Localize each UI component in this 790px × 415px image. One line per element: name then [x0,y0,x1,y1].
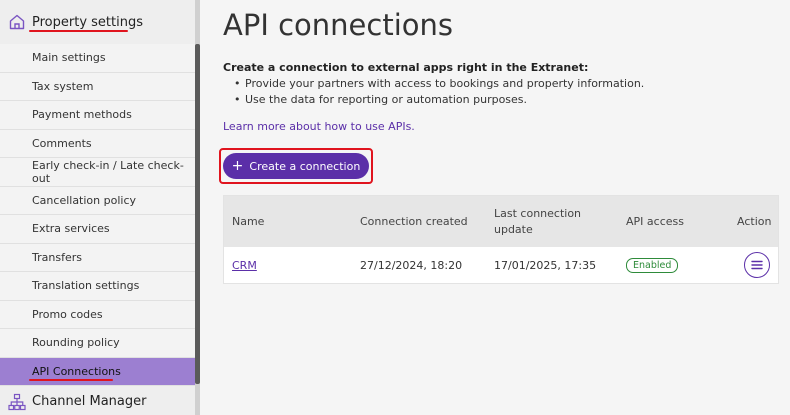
column-header-action: Action [737,215,772,228]
sidebar-item-label: Early check-in / Late check-out [32,158,184,185]
sidebar-item-label: Main settings [32,51,106,65]
status-badge: Enabled [626,257,679,273]
sidebar-list: Main settings Tax system Payment methods… [0,44,195,386]
sidebar-section-channel-manager[interactable]: Channel Manager [0,388,195,415]
sidebar-item-promo-codes[interactable]: Promo codes [0,300,195,329]
sidebar-item-label: Translation settings [32,279,140,293]
intro-bullets: Provide your partners with access to boo… [234,77,644,109]
sidebar-item-tax-system[interactable]: Tax system [0,72,195,101]
connection-created-cell: 27/12/2024, 18:20 [360,258,463,272]
create-connection-button[interactable]: + Create a connection [223,153,369,179]
connection-name-link[interactable]: CRM [232,259,257,272]
column-header-api-access: API access [626,215,684,228]
sidebar-item-rounding-policy[interactable]: Rounding policy [0,329,195,358]
bullet-item: Use the data for reporting or automation… [234,93,644,109]
sidebar-item-comments[interactable]: Comments [0,129,195,158]
sidebar-item-label: Extra services [32,222,110,236]
sidebar-item-translation-settings[interactable]: Translation settings [0,272,195,301]
sidebar-section-label: Channel Manager [32,394,147,409]
sidebar: Property settings Main settings Tax syst… [0,0,200,415]
column-header-name: Name [232,215,265,228]
sidebar-item-label: Promo codes [32,307,103,321]
learn-more-link[interactable]: Learn more about how to use APIs. [223,120,415,133]
sidebar-item-label: Transfers [32,250,82,264]
sidebar-item-extra-services[interactable]: Extra services [0,215,195,244]
column-header-created: Connection created [360,215,468,228]
sidebar-item-cancellation-policy[interactable]: Cancellation policy [0,186,195,215]
column-header-last-update: Last connection update [494,196,581,247]
table-row: CRM 27/12/2024, 18:20 17/01/2025, 17:35 … [224,247,778,283]
create-connection-label: Create a connection [249,159,361,173]
sidebar-item-api-connections[interactable]: API Connections [0,357,195,386]
bullet-item: Provide your partners with access to boo… [234,77,644,93]
plus-icon: + [231,158,244,174]
sidebar-item-payment-methods[interactable]: Payment methods [0,101,195,130]
highlight-underline [29,379,113,381]
row-menu-button[interactable] [744,252,770,278]
table-header: Name Connection created Last connection … [224,196,778,247]
sidebar-item-label: Rounding policy [32,336,120,350]
sidebar-item-early-check-in[interactable]: Early check-in / Late check-out [0,158,195,187]
sidebar-item-label: API Connections [32,364,121,378]
sidebar-item-label: Cancellation policy [32,193,137,207]
sidebar-item-label: Comments [32,136,92,150]
sidebar-item-label: Tax system [32,79,94,93]
page-title: API connections [223,8,453,42]
highlight-underline [29,30,128,32]
column-header-line: update [494,222,533,236]
column-header-line: Last connection [494,206,582,220]
sitemap-icon [8,393,26,411]
sidebar-item-transfers[interactable]: Transfers [0,243,195,272]
connections-table: Name Connection created Last connection … [223,195,779,284]
sidebar-section-label: Property settings [32,14,143,30]
sidebar-item-label: Payment methods [32,108,132,122]
home-icon [8,13,26,31]
sidebar-section-property-settings[interactable]: Property settings [0,0,195,44]
menu-icon [751,260,763,270]
last-update-cell: 17/01/2025, 17:35 [494,258,597,272]
sidebar-item-main-settings[interactable]: Main settings [0,44,195,73]
intro-text: Create a connection to external apps rig… [223,61,589,74]
main-content: API connections Create a connection to e… [200,0,790,415]
